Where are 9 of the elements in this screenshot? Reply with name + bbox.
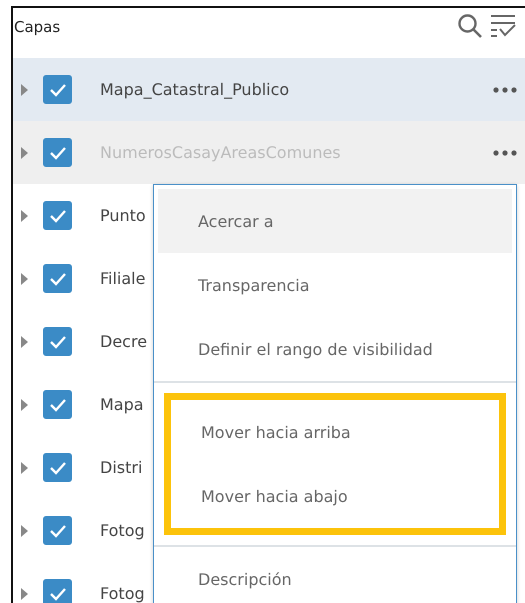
layer-name: Decre xyxy=(100,332,148,351)
layer-name: Mapa_Catastral_Publico xyxy=(100,80,290,99)
layer-name: Fotog xyxy=(100,584,145,603)
panel-title: Capas xyxy=(14,18,60,36)
layer-name: Fotog xyxy=(100,521,145,540)
layer-name: Distri xyxy=(100,458,142,477)
layer-name: Mapa xyxy=(100,395,144,414)
layer-name: Punto xyxy=(100,206,146,225)
layer-name: Filiale xyxy=(100,269,146,288)
